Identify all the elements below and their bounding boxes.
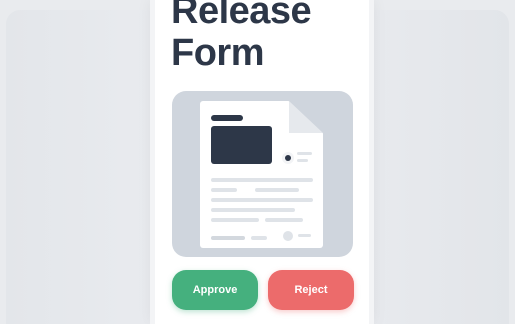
approve-button[interactable]: Approve (172, 270, 258, 310)
document-image-block (211, 126, 272, 164)
page-title-line-1: Release (171, 0, 312, 32)
document-heading-line (211, 115, 243, 121)
signature-line (211, 236, 245, 240)
avatar-text-line (297, 152, 312, 155)
document-fold-corner (289, 101, 323, 133)
screen-backdrop: Release Form Approve Reject (0, 0, 515, 324)
document-text-line (211, 218, 259, 222)
document-text-line (211, 178, 313, 182)
reject-button[interactable]: Reject (268, 270, 354, 310)
background-panel-right (368, 10, 509, 324)
signature-line (251, 236, 267, 240)
page-title: Release Form (171, 0, 312, 74)
avatar-text-line (297, 159, 308, 162)
page-title-line-2: Form (171, 32, 265, 74)
user-avatar-icon (282, 152, 294, 164)
document-text-line (265, 218, 303, 222)
signature-stamp-icon (283, 231, 293, 241)
document-preview-card (172, 91, 353, 257)
document-text-line (211, 188, 237, 192)
document-text-line (211, 208, 295, 212)
document-text-line (255, 188, 299, 192)
signature-line (298, 234, 311, 237)
background-panel-left (6, 10, 156, 324)
document-text-line (211, 198, 313, 202)
